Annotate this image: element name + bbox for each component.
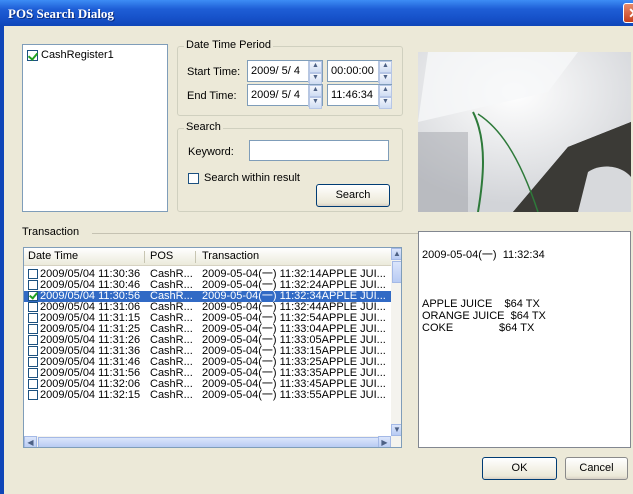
- scroll-up-icon[interactable]: ▲: [391, 248, 401, 260]
- end-time-picker[interactable]: 11:46:34 ▲ ▼: [327, 84, 392, 109]
- pos-search-dialog: POS Search Dialog ✕ CashRegister1 Date T…: [0, 0, 633, 494]
- transaction-list[interactable]: Date Time POS Transaction 2009/05/04 11:…: [23, 247, 402, 448]
- spin-up-icon[interactable]: ▲: [379, 61, 392, 73]
- title-bar[interactable]: POS Search Dialog ✕: [0, 0, 633, 26]
- camera-preview: [418, 52, 631, 212]
- detail-line: 2009-05-04(一) 11:32:34: [422, 249, 545, 261]
- start-time-spinner[interactable]: ▲ ▼: [378, 61, 392, 85]
- vertical-scrollbar[interactable]: ▲ ▼: [391, 248, 401, 436]
- end-date-spinner[interactable]: ▲ ▼: [308, 85, 322, 109]
- row-checkbox[interactable]: [28, 390, 38, 400]
- search-within-label: Search within result: [204, 172, 300, 184]
- date-time-period-label: Date Time Period: [184, 39, 273, 51]
- device-label: CashRegister1: [41, 49, 114, 61]
- detail-line: APPLE JUICE $64 TX: [422, 298, 540, 310]
- row-transaction: 2009-05-04(一) 11:33:55APPLE JUI...: [202, 389, 386, 401]
- keyword-label: Keyword:: [188, 146, 234, 158]
- transaction-detail: 2009-05-04(一) 11:32:34 APPLE JUICE $64 T…: [418, 231, 631, 448]
- device-tree[interactable]: CashRegister1: [22, 44, 168, 212]
- search-within-checkbox[interactable]: [188, 173, 199, 184]
- window-title: POS Search Dialog: [8, 6, 114, 21]
- spin-up-icon[interactable]: ▲: [309, 85, 322, 97]
- start-time-picker[interactable]: 00:00:00 ▲ ▼: [327, 60, 392, 85]
- column-transaction[interactable]: Transaction: [202, 250, 259, 262]
- camera-image: [418, 52, 631, 212]
- search-button[interactable]: Search: [316, 184, 390, 207]
- column-separator: [195, 251, 196, 263]
- end-date-picker[interactable]: 2009/ 5/ 4 ▲ ▼: [247, 84, 323, 109]
- scroll-down-icon[interactable]: ▼: [391, 424, 401, 436]
- row-checkbox[interactable]: [28, 269, 38, 279]
- end-time-label: End Time:: [187, 90, 237, 102]
- row-checkbox[interactable]: [28, 324, 38, 334]
- end-time-spinner[interactable]: ▲ ▼: [378, 85, 392, 109]
- row-checkbox[interactable]: [28, 280, 38, 290]
- start-time-label: Start Time:: [187, 66, 241, 78]
- row-checkbox[interactable]: [28, 379, 38, 389]
- spin-up-icon[interactable]: ▲: [309, 61, 322, 73]
- device-item-cashregister1[interactable]: CashRegister1: [26, 48, 126, 64]
- window-frame-left: [0, 26, 4, 494]
- start-date-spinner[interactable]: ▲ ▼: [308, 61, 322, 85]
- spin-up-icon[interactable]: ▲: [379, 85, 392, 97]
- search-group-label: Search: [184, 121, 223, 133]
- row-checkbox[interactable]: [28, 335, 38, 345]
- close-button[interactable]: ✕: [623, 3, 633, 23]
- row-checkbox[interactable]: [28, 313, 38, 323]
- table-row[interactable]: 2009/05/04 11:32:15 CashR... 2009-05-04(一)…: [24, 390, 391, 401]
- row-checkbox[interactable]: [28, 291, 38, 301]
- detail-line: ORANGE JUICE $64 TX: [422, 310, 546, 322]
- device-checkbox[interactable]: [27, 50, 38, 61]
- row-checkbox[interactable]: [28, 346, 38, 356]
- cancel-button[interactable]: Cancel: [565, 457, 628, 480]
- horizontal-scroll-thumb[interactable]: [38, 437, 379, 447]
- row-pos: CashR...: [150, 389, 193, 401]
- column-pos[interactable]: POS: [150, 250, 173, 262]
- scroll-right-icon[interactable]: ▶: [378, 436, 391, 447]
- row-checkbox[interactable]: [28, 357, 38, 367]
- scroll-thumb[interactable]: [392, 261, 401, 283]
- spin-down-icon[interactable]: ▼: [379, 97, 392, 109]
- start-date-picker[interactable]: 2009/ 5/ 4 ▲ ▼: [247, 60, 323, 85]
- detail-line: COKE $64 TX: [422, 322, 535, 334]
- start-date-value: 2009/ 5/ 4: [251, 65, 300, 77]
- transaction-section-label: Transaction: [22, 226, 80, 238]
- column-separator: [144, 251, 145, 263]
- row-checkbox[interactable]: [28, 368, 38, 378]
- spin-down-icon[interactable]: ▼: [309, 97, 322, 109]
- end-time-value: 11:46:34: [331, 89, 374, 101]
- keyword-input[interactable]: [249, 140, 389, 161]
- column-date-time[interactable]: Date Time: [28, 250, 78, 262]
- row-date-time: 2009/05/04 11:32:15: [40, 389, 141, 401]
- start-time-value: 00:00:00: [331, 65, 374, 77]
- scroll-left-icon[interactable]: ◀: [24, 436, 37, 447]
- row-checkbox[interactable]: [28, 302, 38, 312]
- horizontal-scrollbar[interactable]: ◀ ▶: [24, 436, 401, 447]
- transaction-list-header: Date Time POS Transaction: [24, 248, 401, 266]
- end-date-value: 2009/ 5/ 4: [251, 89, 300, 101]
- ok-button[interactable]: OK: [482, 457, 557, 480]
